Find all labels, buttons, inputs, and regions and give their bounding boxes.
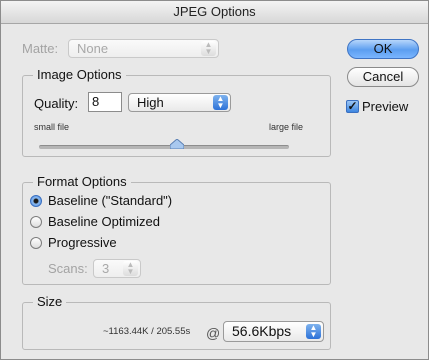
- ok-button[interactable]: OK: [347, 39, 419, 59]
- quality-input[interactable]: 8: [88, 92, 122, 112]
- scans-label: Scans:: [48, 261, 88, 276]
- size-title: Size: [33, 294, 67, 309]
- cancel-button[interactable]: Cancel: [347, 67, 419, 87]
- large-file-label: large file: [269, 122, 304, 132]
- up-down-arrows-icon: ▲ ▼: [201, 41, 216, 56]
- window-title: JPEG Options: [1, 1, 428, 24]
- quality-label: Quality:: [34, 96, 79, 111]
- size-estimate: ~1163.44K / 205.55s: [103, 326, 191, 337]
- up-down-arrows-icon: ▲ ▼: [306, 324, 321, 339]
- preview-checkbox[interactable]: ✓: [346, 100, 359, 113]
- image-options-title: Image Options: [33, 67, 126, 82]
- format-options-title: Format Options: [33, 174, 131, 189]
- progressive-label: Progressive: [48, 235, 117, 250]
- baseline-optimized-label: Baseline Optimized: [48, 214, 160, 229]
- at-symbol: @: [206, 325, 221, 341]
- baseline-optimized-radio[interactable]: [30, 216, 42, 228]
- up-down-arrows-icon: ▲ ▼: [123, 261, 138, 276]
- baseline-standard-radio[interactable]: [30, 195, 42, 207]
- quality-preset-select[interactable]: High ▲ ▼: [128, 93, 231, 112]
- small-file-label: small file: [34, 122, 70, 132]
- matte-select-value: None: [77, 41, 109, 56]
- connection-speed-value: 56.6Kbps: [232, 323, 292, 339]
- connection-speed-select[interactable]: 56.6Kbps ▲ ▼: [223, 321, 324, 342]
- matte-label: Matte:: [22, 41, 59, 56]
- up-down-arrows-icon: ▲ ▼: [213, 95, 228, 110]
- progressive-radio[interactable]: [30, 237, 42, 249]
- scans-select-value: 3: [102, 261, 110, 276]
- preview-label: Preview: [362, 99, 409, 114]
- matte-select[interactable]: None ▲ ▼: [68, 39, 219, 58]
- baseline-standard-label: Baseline ("Standard"): [48, 193, 173, 208]
- scans-select[interactable]: 3 ▲ ▼: [93, 259, 141, 278]
- jpeg-options-dialog: JPEG Options Matte: None ▲ ▼ Image Option…: [0, 0, 429, 360]
- quality-slider-track[interactable]: [39, 145, 289, 149]
- quality-preset-value: High: [137, 95, 164, 110]
- quality-slider-thumb[interactable]: [169, 139, 184, 149]
